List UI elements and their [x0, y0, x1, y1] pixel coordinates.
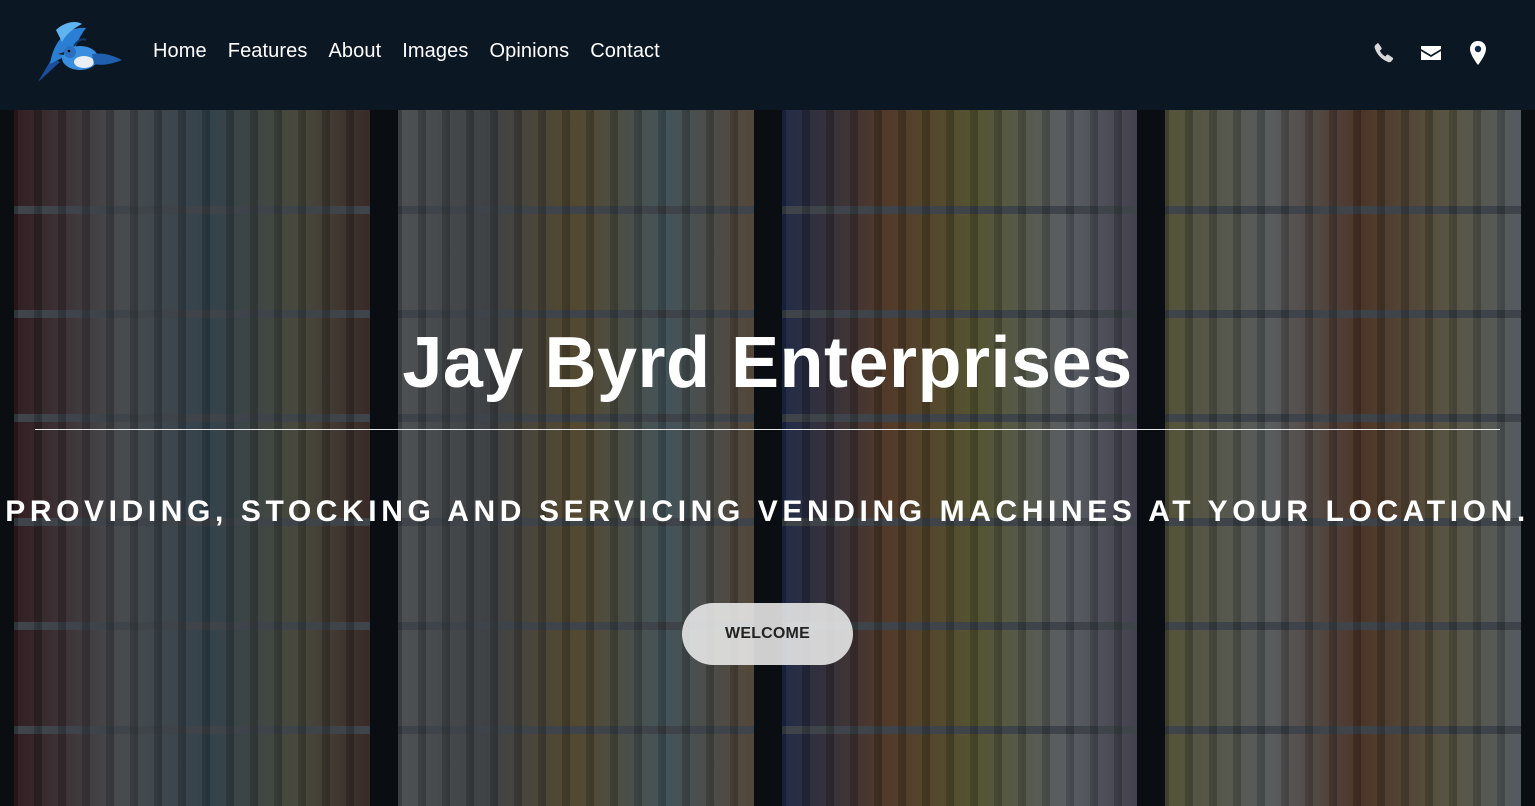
- contact-icons: [1349, 40, 1490, 66]
- nav-item-home[interactable]: Home: [153, 40, 207, 63]
- nav-item-contact[interactable]: Contact: [590, 40, 660, 63]
- blue-jay-bird-icon[interactable]: [30, 18, 124, 90]
- envelope-icon[interactable]: [1419, 40, 1443, 66]
- phone-icon[interactable]: [1372, 40, 1396, 66]
- hero-subtitle: PROVIDING, STOCKING AND SERVICING VENDIN…: [5, 495, 1530, 528]
- nav-item-images[interactable]: Images: [402, 40, 468, 63]
- hero-divider: [35, 429, 1500, 430]
- nav-item-opinions[interactable]: Opinions: [489, 40, 569, 63]
- site-header: Home Features About Images Opinions Cont…: [0, 0, 1535, 108]
- welcome-button[interactable]: WELCOME: [682, 603, 853, 665]
- map-marker-icon[interactable]: [1466, 40, 1490, 66]
- main-nav: Home Features About Images Opinions Cont…: [153, 40, 681, 63]
- nav-item-features[interactable]: Features: [228, 40, 308, 63]
- hero-title: Jay Byrd Enterprises: [402, 323, 1133, 403]
- nav-item-about[interactable]: About: [328, 40, 381, 63]
